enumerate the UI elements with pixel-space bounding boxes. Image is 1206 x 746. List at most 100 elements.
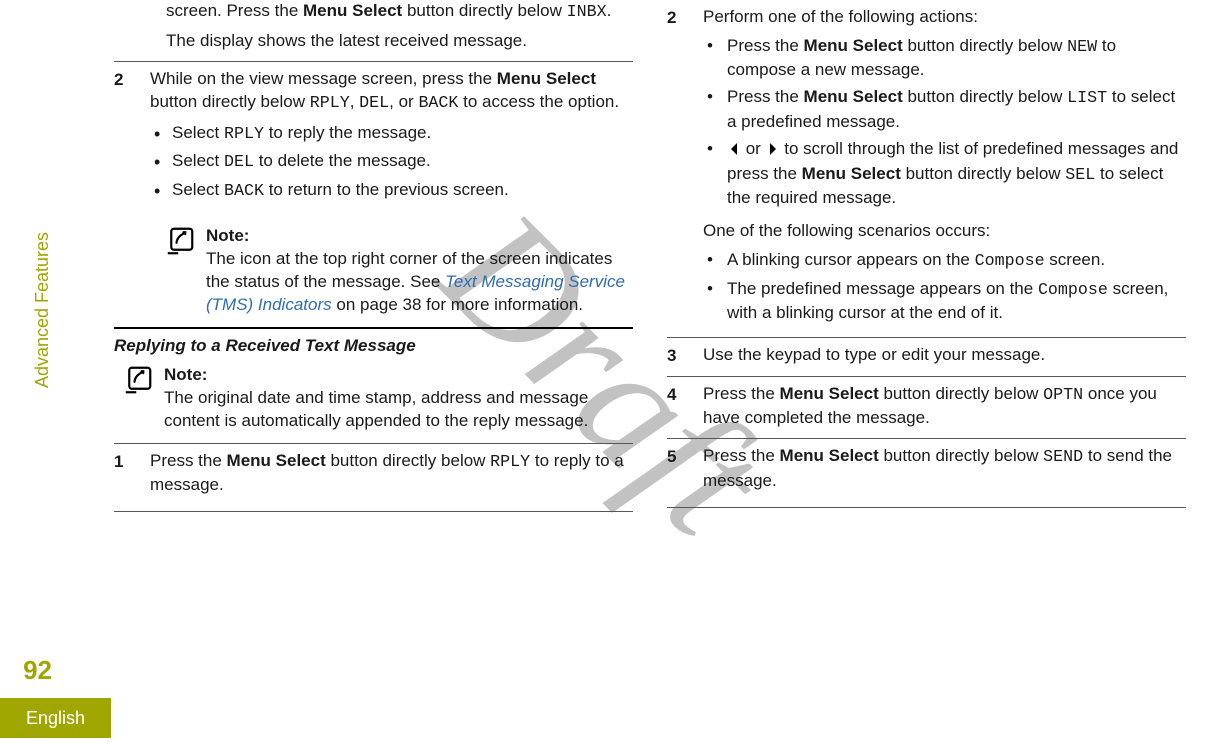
reply-step-4: 4 Press the Menu Select button directly … [667,376,1186,438]
t: The predefined message appears on the [727,279,1038,298]
step-body: While on the view message screen, press … [150,68,633,207]
t: screen. [1045,250,1105,269]
t: Menu Select [780,384,879,403]
t: Select [172,123,224,142]
tm: SEL [1065,166,1095,185]
t: on page 38 for more information. [332,295,583,314]
step-number: 5 [667,445,687,469]
tm: DEL [359,94,389,113]
tm: BACK [418,94,458,113]
tm: NEW [1067,38,1097,57]
tm: LIST [1067,89,1107,108]
list-item: Press the Menu Select button directly be… [703,86,1186,133]
t: button directly below [879,384,1043,403]
step-body: Press the Menu Select button directly be… [703,383,1186,430]
t: Press the [150,451,227,470]
reply-step-2: 2 Perform one of the following actions: … [667,0,1186,337]
step2-action-bullets: Press the Menu Select button directly be… [703,35,1186,210]
t: Select [172,151,224,170]
t: , [350,92,359,111]
list-item: Select DEL to delete the message. [150,150,633,174]
tm: DEL [224,153,254,172]
note-body: Note: The original date and time stamp, … [164,364,633,433]
step-number: 3 [667,344,687,368]
t: Press the [703,446,780,465]
step-2-view-msg: 2 While on the view message screen, pres… [114,61,633,215]
arrow-right-icon [768,140,778,163]
tm: RPLY [224,125,264,144]
t: to return to the previous screen. [264,180,509,199]
note-title: Note: [206,225,633,248]
t: button directly below [326,451,490,470]
divider [114,511,633,512]
tm: BACK [224,182,264,201]
t: A blinking cursor appears on the [727,250,975,269]
t: One of the following scenarios occurs: [703,220,1186,243]
t: Press the [727,36,804,55]
t: or [741,139,766,158]
tm: Compose [975,252,1045,271]
divider [667,507,1186,508]
t: While on the view message screen, press … [150,69,497,88]
t: Menu Select [802,164,901,183]
text: Menu Select [303,1,402,20]
list-item: Select BACK to return to the previous sc… [150,179,633,203]
list-item: A blinking cursor appears on the Compose… [703,249,1186,273]
arrow-left-icon [729,140,739,163]
tm: RPLY [310,94,350,113]
t: button directly below [903,36,1067,55]
sidebar: Advanced Features 92 English [0,0,62,746]
step-number: 2 [114,68,134,92]
tm: OPTN [1043,386,1083,405]
step2-scenario-bullets: A blinking cursor appears on the Compose… [703,249,1186,325]
tm: Compose [1038,281,1108,300]
t: button directly below [150,92,310,111]
note-title: Note: [164,364,633,387]
t: Menu Select [780,446,879,465]
section-replying-heading: Replying to a Received Text Message [114,327,633,358]
text: screen. Press the [166,1,303,20]
note-reply-append: Note: The original date and time stamp, … [114,364,633,433]
text: button directly below [402,1,566,20]
reply-step-1: 1 Press the Menu Select button directly … [114,443,633,505]
t: Use the keypad to type or edit your mess… [703,344,1186,367]
t: button directly below [903,87,1067,106]
step-body: Press the Menu Select button directly be… [150,450,633,497]
t: to reply the message. [264,123,431,142]
text: . [607,1,612,20]
t: Select [172,180,224,199]
t: Perform one of the following actions: [703,6,1186,29]
step-number: 4 [667,383,687,407]
list-item: The predefined message appears on the Co… [703,278,1186,325]
intro-continuation: screen. Press the Menu Select button dir… [114,0,633,53]
t: button directly below [901,164,1065,183]
t: to access the option. [458,92,619,111]
note-status-icon: Note: The icon at the top right corner o… [114,225,633,317]
t: Menu Select [804,87,903,106]
t: Menu Select [227,451,326,470]
reply-step-3: 3 Use the keypad to type or edit your me… [667,337,1186,376]
intro-result: The display shows the latest received me… [166,30,633,53]
t: Menu Select [804,36,903,55]
t: , or [389,92,418,111]
step-body: Perform one of the following actions: Pr… [703,6,1186,329]
list-item: Press the Menu Select button directly be… [703,35,1186,82]
step-number: 1 [114,450,134,474]
page-root: Draft Advanced Features 92 English scree… [0,0,1206,746]
t: to delete the message. [254,151,431,170]
content-columns: screen. Press the Menu Select button dir… [114,0,1186,646]
note-body: Note: The icon at the top right corner o… [206,225,633,317]
t: Press the [703,384,780,403]
note-icon [166,227,194,255]
list-item: Select RPLY to reply the message. [150,122,633,146]
language-tab: English [0,698,111,738]
section-label: Advanced Features [30,232,54,388]
t: Press the [727,87,804,106]
text-mono: INBX [567,3,607,22]
t: button directly below [879,446,1043,465]
note-icon [124,366,152,394]
step2-bullets: Select RPLY to reply the message. Select… [150,122,633,203]
tm: SEND [1043,448,1083,467]
column-right: 2 Perform one of the following actions: … [667,0,1186,646]
step-body: Use the keypad to type or edit your mess… [703,344,1186,367]
